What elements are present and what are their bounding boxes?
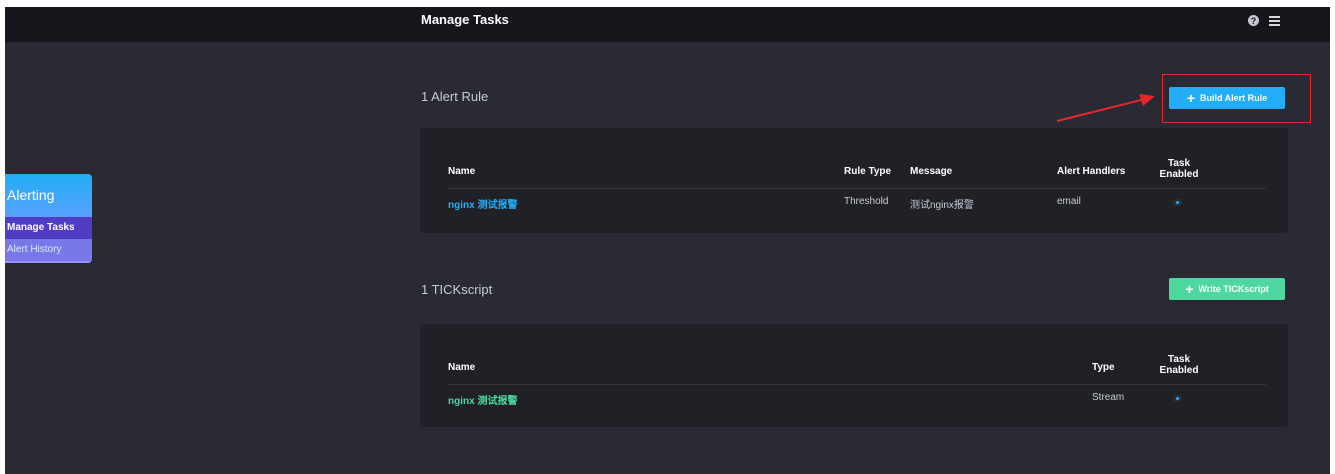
column-header-task-enabled: Task Enabled — [1159, 158, 1199, 180]
column-header-rule-type: Rule Type — [844, 166, 892, 177]
tickscript-type: Stream — [1092, 392, 1125, 403]
column-header-name: Name — [448, 362, 476, 373]
tickscripts-title: 1 TICKscript — [421, 282, 493, 297]
menu-item-alert-history[interactable]: Alert History — [5, 239, 92, 261]
help-icon[interactable]: ? — [1248, 15, 1259, 26]
alert-rules-title: 1 Alert Rule — [421, 89, 489, 104]
plus-icon: + — [1186, 90, 1195, 106]
column-header-task-enabled: Task Enabled — [1159, 354, 1199, 376]
page-title: Manage Tasks — [421, 12, 509, 27]
tickscript-name-link[interactable]: nginx 测试报警 — [448, 392, 517, 407]
alerting-menu-title: Alerting — [7, 187, 55, 203]
build-alert-rule-button[interactable]: + Build Alert Rule — [1169, 87, 1285, 109]
write-tickscript-label: Write TICKscript — [1198, 284, 1269, 294]
build-alert-rule-label: Build Alert Rule — [1200, 93, 1268, 103]
menu-icon[interactable] — [1269, 15, 1280, 26]
menu-item-manage-tasks[interactable]: Manage Tasks — [5, 217, 92, 239]
alert-rule-name-link[interactable]: nginx 测试报警 — [448, 196, 517, 211]
page-header: Manage Tasks ? — [5, 7, 1330, 42]
header-divider — [447, 384, 1266, 385]
header-icons: ? — [1248, 15, 1280, 26]
write-tickscript-button[interactable]: + Write TICKscript — [1169, 278, 1285, 300]
plus-icon: + — [1185, 281, 1194, 297]
header-divider — [447, 188, 1266, 189]
task-enabled-toggle[interactable] — [1173, 199, 1182, 206]
alert-rules-table: Name Rule Type Message Alert Handlers Ta… — [420, 128, 1288, 233]
annotation-arrow-icon — [1056, 94, 1155, 122]
column-header-type: Type — [1092, 362, 1115, 373]
alert-rule-handlers: email — [1057, 196, 1081, 207]
alert-rule-message: 测试nginx报警 — [910, 200, 974, 211]
alerting-menu-items: Manage Tasks Alert History — [5, 217, 92, 261]
alerting-menu: Alerting Manage Tasks Alert History — [5, 174, 92, 263]
chronograf-app: Manage Tasks ? Alerting Manage Tasks Ale… — [5, 7, 1330, 474]
task-enabled-toggle[interactable] — [1173, 395, 1182, 402]
tickscripts-table: Name Type Task Enabled nginx 测试报警 Stream — [420, 324, 1288, 427]
column-header-alert-handlers: Alert Handlers — [1057, 166, 1126, 177]
column-header-name: Name — [448, 166, 476, 177]
alert-rule-type: Threshold — [844, 196, 889, 207]
column-header-message: Message — [910, 166, 953, 177]
